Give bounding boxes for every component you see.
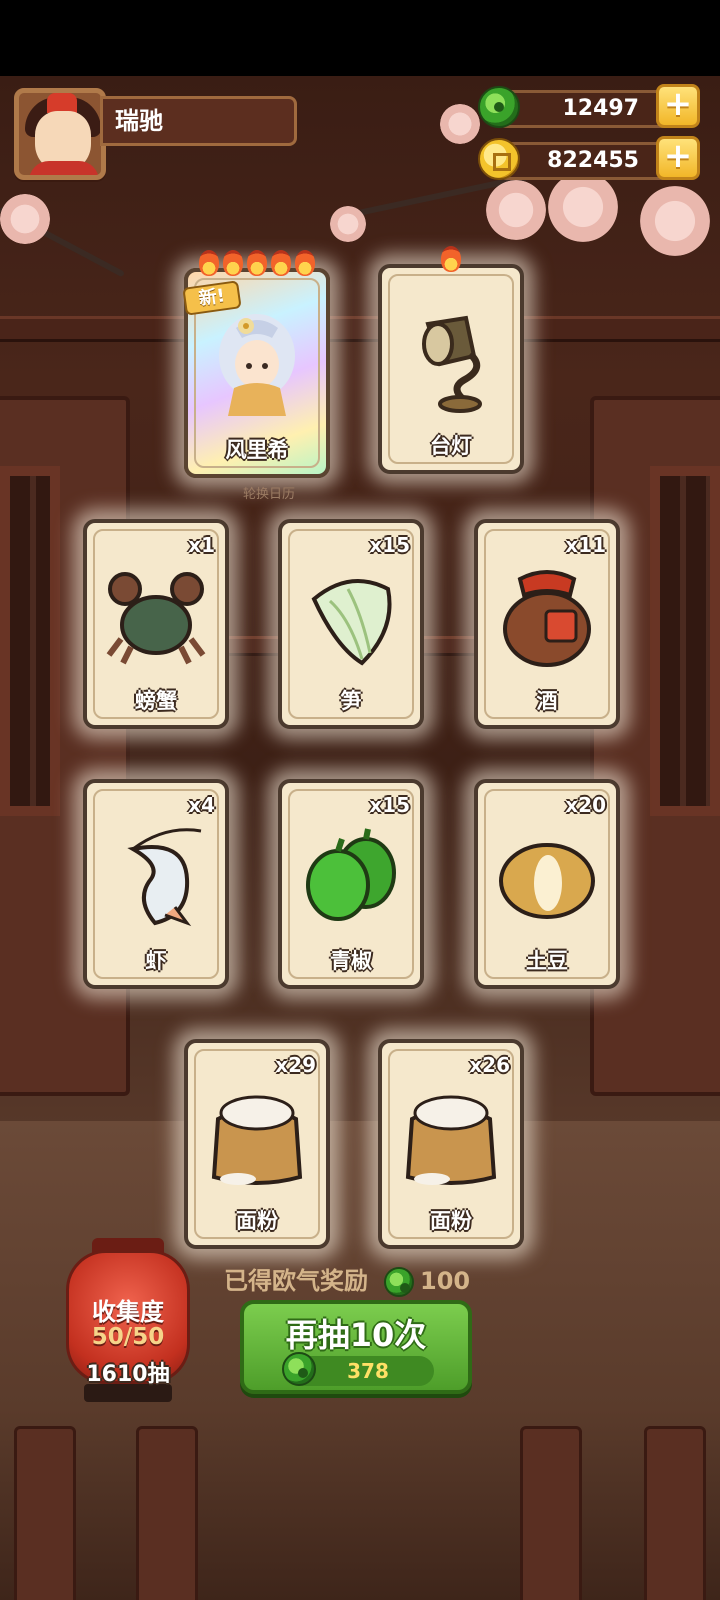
- card-name: 虾: [145, 949, 167, 973]
- card-flour[interactable]: x29 面粉: [184, 1039, 330, 1249]
- card-green-pepper[interactable]: x15 青椒: [278, 779, 424, 989]
- card-crab[interactable]: x1 螃蟹: [83, 519, 229, 729]
- star-rating: [188, 250, 326, 278]
- status-bar: [0, 0, 720, 76]
- lattice-window-right: [650, 466, 720, 816]
- card-name: 酒: [536, 689, 558, 713]
- card-wine[interactable]: x11 酒: [474, 519, 620, 729]
- blossom: [548, 172, 618, 242]
- green-pepper-icon: [306, 828, 396, 921]
- collection-lantern[interactable]: 收集度 50/50 1610抽: [66, 1238, 190, 1408]
- flame-icon: [271, 250, 291, 276]
- blossom: [640, 186, 710, 256]
- desk-lamp-icon: [422, 315, 482, 413]
- fence-post: [14, 1426, 76, 1600]
- add-jade-button[interactable]: +: [656, 84, 700, 128]
- card-quantity: x1: [188, 533, 215, 557]
- blossom: [486, 180, 546, 240]
- card-name: 风里希: [225, 438, 289, 462]
- blossom: [0, 194, 50, 244]
- crab-icon: [106, 572, 206, 665]
- card-name: 台灯: [430, 434, 472, 458]
- flame-icon: [199, 250, 219, 276]
- player-name: 瑞驰: [100, 96, 297, 146]
- card-quantity: x20: [565, 793, 606, 817]
- draw-cost: 378: [282, 1352, 434, 1386]
- avatar-hat: [47, 93, 77, 113]
- fence-post: [520, 1426, 582, 1600]
- luck-reward-amount: 100: [420, 1267, 471, 1295]
- flour-sack-icon: [405, 1095, 497, 1185]
- card-name: 土豆: [526, 949, 568, 973]
- featured-card-item[interactable]: 台灯: [378, 246, 524, 474]
- collection-progress: 50/50: [91, 1324, 165, 1350]
- flame-icon: [441, 246, 461, 272]
- flame-icon: [223, 250, 243, 276]
- lattice-window-left: [0, 466, 60, 816]
- card-name: 面粉: [430, 1209, 472, 1233]
- featured-card-character[interactable]: 新! 风里希: [182, 250, 330, 478]
- shrimp-icon: [127, 828, 202, 927]
- potato-icon: [499, 843, 595, 919]
- avatar-body: [29, 161, 99, 175]
- total-draws: 1610抽: [86, 1362, 170, 1387]
- collection-title: 收集度: [92, 1298, 164, 1326]
- wine-jar-icon: [503, 570, 591, 667]
- blossom: [440, 104, 480, 144]
- card-name: 螃蟹: [135, 689, 177, 713]
- card-name: 青椒: [330, 949, 372, 973]
- fence-post: [644, 1426, 706, 1600]
- luck-reward-label: 已得欧气奖励: [224, 1267, 368, 1295]
- flour-sack-icon: [211, 1095, 303, 1185]
- star-rating: [382, 246, 520, 274]
- gold-coin-icon: [478, 138, 520, 180]
- jade-coin-icon: [478, 86, 520, 128]
- bamboo-shoot-icon: [311, 579, 392, 666]
- character-portrait-icon: [219, 314, 295, 416]
- card-quantity: x15: [369, 793, 410, 817]
- gold-balance-value: 822455: [547, 148, 639, 173]
- fence-post: [136, 1426, 198, 1600]
- card-name: 笋: [340, 689, 362, 713]
- card-bamboo-shoot[interactable]: x15 笋: [278, 519, 424, 729]
- card-quantity: x4: [188, 793, 215, 817]
- flame-icon: [295, 250, 315, 276]
- card-quantity: x15: [369, 533, 410, 557]
- add-gold-button[interactable]: +: [656, 136, 700, 180]
- draw-cost-value: 378: [347, 1359, 389, 1383]
- jade-coin-icon: [282, 1352, 316, 1386]
- luck-reward-line: 已得欧气奖励 100: [224, 1264, 470, 1298]
- card-name: 面粉: [236, 1209, 278, 1233]
- rotation-calendar-label: 轮换日历: [242, 487, 295, 502]
- card-potato[interactable]: x20 土豆: [474, 779, 620, 989]
- card-quantity: x26: [469, 1053, 510, 1077]
- jade-coin-icon: [384, 1267, 414, 1297]
- card-quantity: x29: [275, 1053, 316, 1077]
- roof-beam: [0, 316, 720, 342]
- jade-balance-value: 12497: [562, 96, 639, 121]
- card-quantity: x11: [565, 533, 606, 557]
- card-shrimp[interactable]: x4 虾: [83, 779, 229, 989]
- draw-10-again-button[interactable]: 再抽10次 378: [240, 1300, 472, 1394]
- blossom: [330, 206, 366, 242]
- draw-10-again-label: 再抽10次: [285, 1316, 427, 1354]
- player-avatar[interactable]: [14, 88, 106, 180]
- flame-icon: [247, 250, 267, 276]
- card-flour[interactable]: x26 面粉: [378, 1039, 524, 1249]
